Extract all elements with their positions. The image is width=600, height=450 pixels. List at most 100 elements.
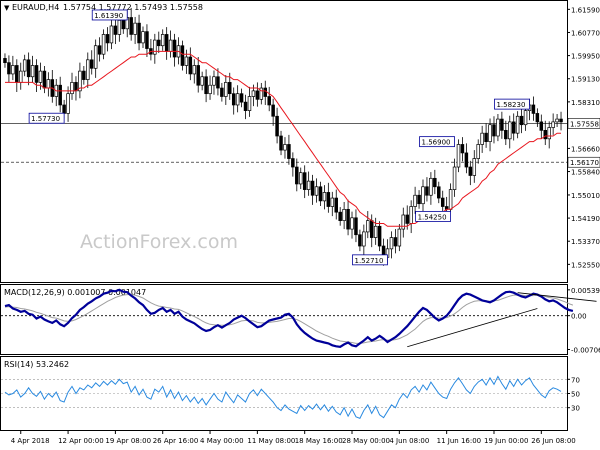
candle-body (271, 104, 275, 117)
candle-body (448, 189, 453, 210)
candle-body (295, 166, 299, 185)
time-tick-label: 19 Apr 08:00 (105, 437, 151, 445)
candle-body (480, 132, 484, 145)
candle-body (302, 172, 307, 190)
candle-body (298, 172, 303, 185)
candle-body (82, 70, 86, 80)
price-tick-label: 1.54190 (571, 215, 600, 223)
candle-body (437, 186, 441, 199)
time-tick-label: 4 Jun 08:00 (389, 437, 429, 445)
candle-body (559, 118, 563, 123)
candle-body (425, 186, 429, 196)
candle-body (452, 166, 457, 190)
candle-body (421, 186, 425, 205)
candle-body (129, 17, 133, 35)
candle-body (86, 59, 90, 80)
time-tick-label: 4 Apr 2018 (11, 437, 50, 445)
candle-body (172, 39, 177, 58)
macd-trendlines (407, 292, 597, 348)
candle-body (326, 192, 331, 207)
time-tick-label: 12 Apr 00:00 (58, 437, 104, 445)
rsi-levels: 70 50 30 (1, 376, 580, 413)
candle-body (362, 231, 366, 247)
candle-body (500, 118, 504, 131)
candle-body (117, 19, 122, 35)
candle-body (389, 237, 394, 250)
candle-body (180, 45, 185, 66)
price-tick-label: 1.52550 (571, 261, 600, 269)
time-tick-label: 26 Jun 08:00 (531, 437, 575, 445)
rsi-tick-label: 50 (571, 391, 580, 399)
collapse-triangle-icon[interactable]: ▼ (4, 4, 10, 12)
candle-body (519, 115, 524, 126)
symbol-header: EURAUD,H4 (12, 3, 59, 12)
candle-body (30, 65, 35, 78)
candle-body (184, 56, 189, 66)
price-tick-label: 1.58310 (571, 99, 600, 107)
candle-body (318, 186, 323, 202)
candle-body (70, 82, 74, 95)
candle-body (93, 45, 98, 69)
candle-body (109, 25, 114, 44)
candle-body (417, 194, 421, 205)
candle-body (496, 118, 500, 137)
candle-body (523, 110, 528, 126)
ohlc-header: 1.57754 1.57772 1.57493 1.57558 (63, 3, 203, 12)
candle-body (539, 121, 544, 131)
callout-label: 1.52710 (355, 257, 384, 265)
callout-label: 1.61390 (94, 12, 123, 20)
price-y-axis: 1.615901.607701.599501.591301.583101.574… (567, 6, 600, 269)
rsi-tick-label: 70 (571, 376, 580, 384)
macd-tick-label: -0.007064 (571, 346, 600, 354)
candle-body (354, 217, 358, 236)
candle-body (531, 104, 536, 114)
candle-body (334, 197, 338, 213)
price-tick-label: 1.55010 (571, 192, 600, 200)
candle-body (330, 197, 335, 207)
price-candles (3, 7, 563, 266)
candle-body (192, 65, 197, 75)
candle-body (287, 144, 291, 159)
candle-body (476, 144, 480, 159)
time-tick-label: 26 Apr 16:00 (153, 437, 199, 445)
time-tick-label: 11 May 08:00 (247, 437, 295, 445)
candle-body (401, 214, 406, 230)
rsi-header: RSI(14) 53.2462 (4, 360, 69, 369)
callout-label: 1.54250 (418, 213, 447, 221)
price-tick-label: 1.59130 (571, 76, 600, 84)
candle-body (145, 31, 149, 49)
callout-label: 1.56900 (422, 139, 451, 147)
candle-body (413, 194, 417, 207)
candle-body (153, 39, 157, 55)
candle-body (58, 84, 62, 106)
candle-body (168, 39, 173, 52)
candle-body (358, 234, 362, 247)
candle-body (267, 96, 271, 106)
candle-body (456, 144, 461, 168)
price-tick-label: 1.56660 (571, 145, 600, 153)
candle-body (338, 211, 342, 221)
time-tick-label: 19 Jun 00:00 (484, 437, 528, 445)
candle-body (204, 76, 208, 95)
candle-body (231, 93, 236, 106)
candle-body (7, 62, 11, 75)
time-axis: 4 Apr 2018 12 Apr 00:00 19 Apr 08:00 26 Apr… (11, 431, 576, 445)
candle-body (492, 124, 496, 137)
candle-body (200, 76, 204, 86)
candle-body (212, 76, 216, 86)
candle-body (247, 96, 252, 111)
candle-body (251, 90, 256, 97)
candle-body (397, 228, 402, 247)
callout-label: 1.58230 (496, 101, 525, 109)
candle-body (551, 121, 555, 128)
candle-body (322, 192, 327, 202)
candle-body (220, 87, 224, 97)
candle-body (62, 104, 66, 114)
time-tick-label: 18 May 16:00 (295, 437, 343, 445)
candle-body (342, 208, 346, 221)
candle-body (291, 158, 295, 168)
candle-body (369, 220, 374, 238)
candle-body (515, 115, 520, 134)
candle-body (3, 58, 7, 64)
candle-body (535, 113, 540, 123)
